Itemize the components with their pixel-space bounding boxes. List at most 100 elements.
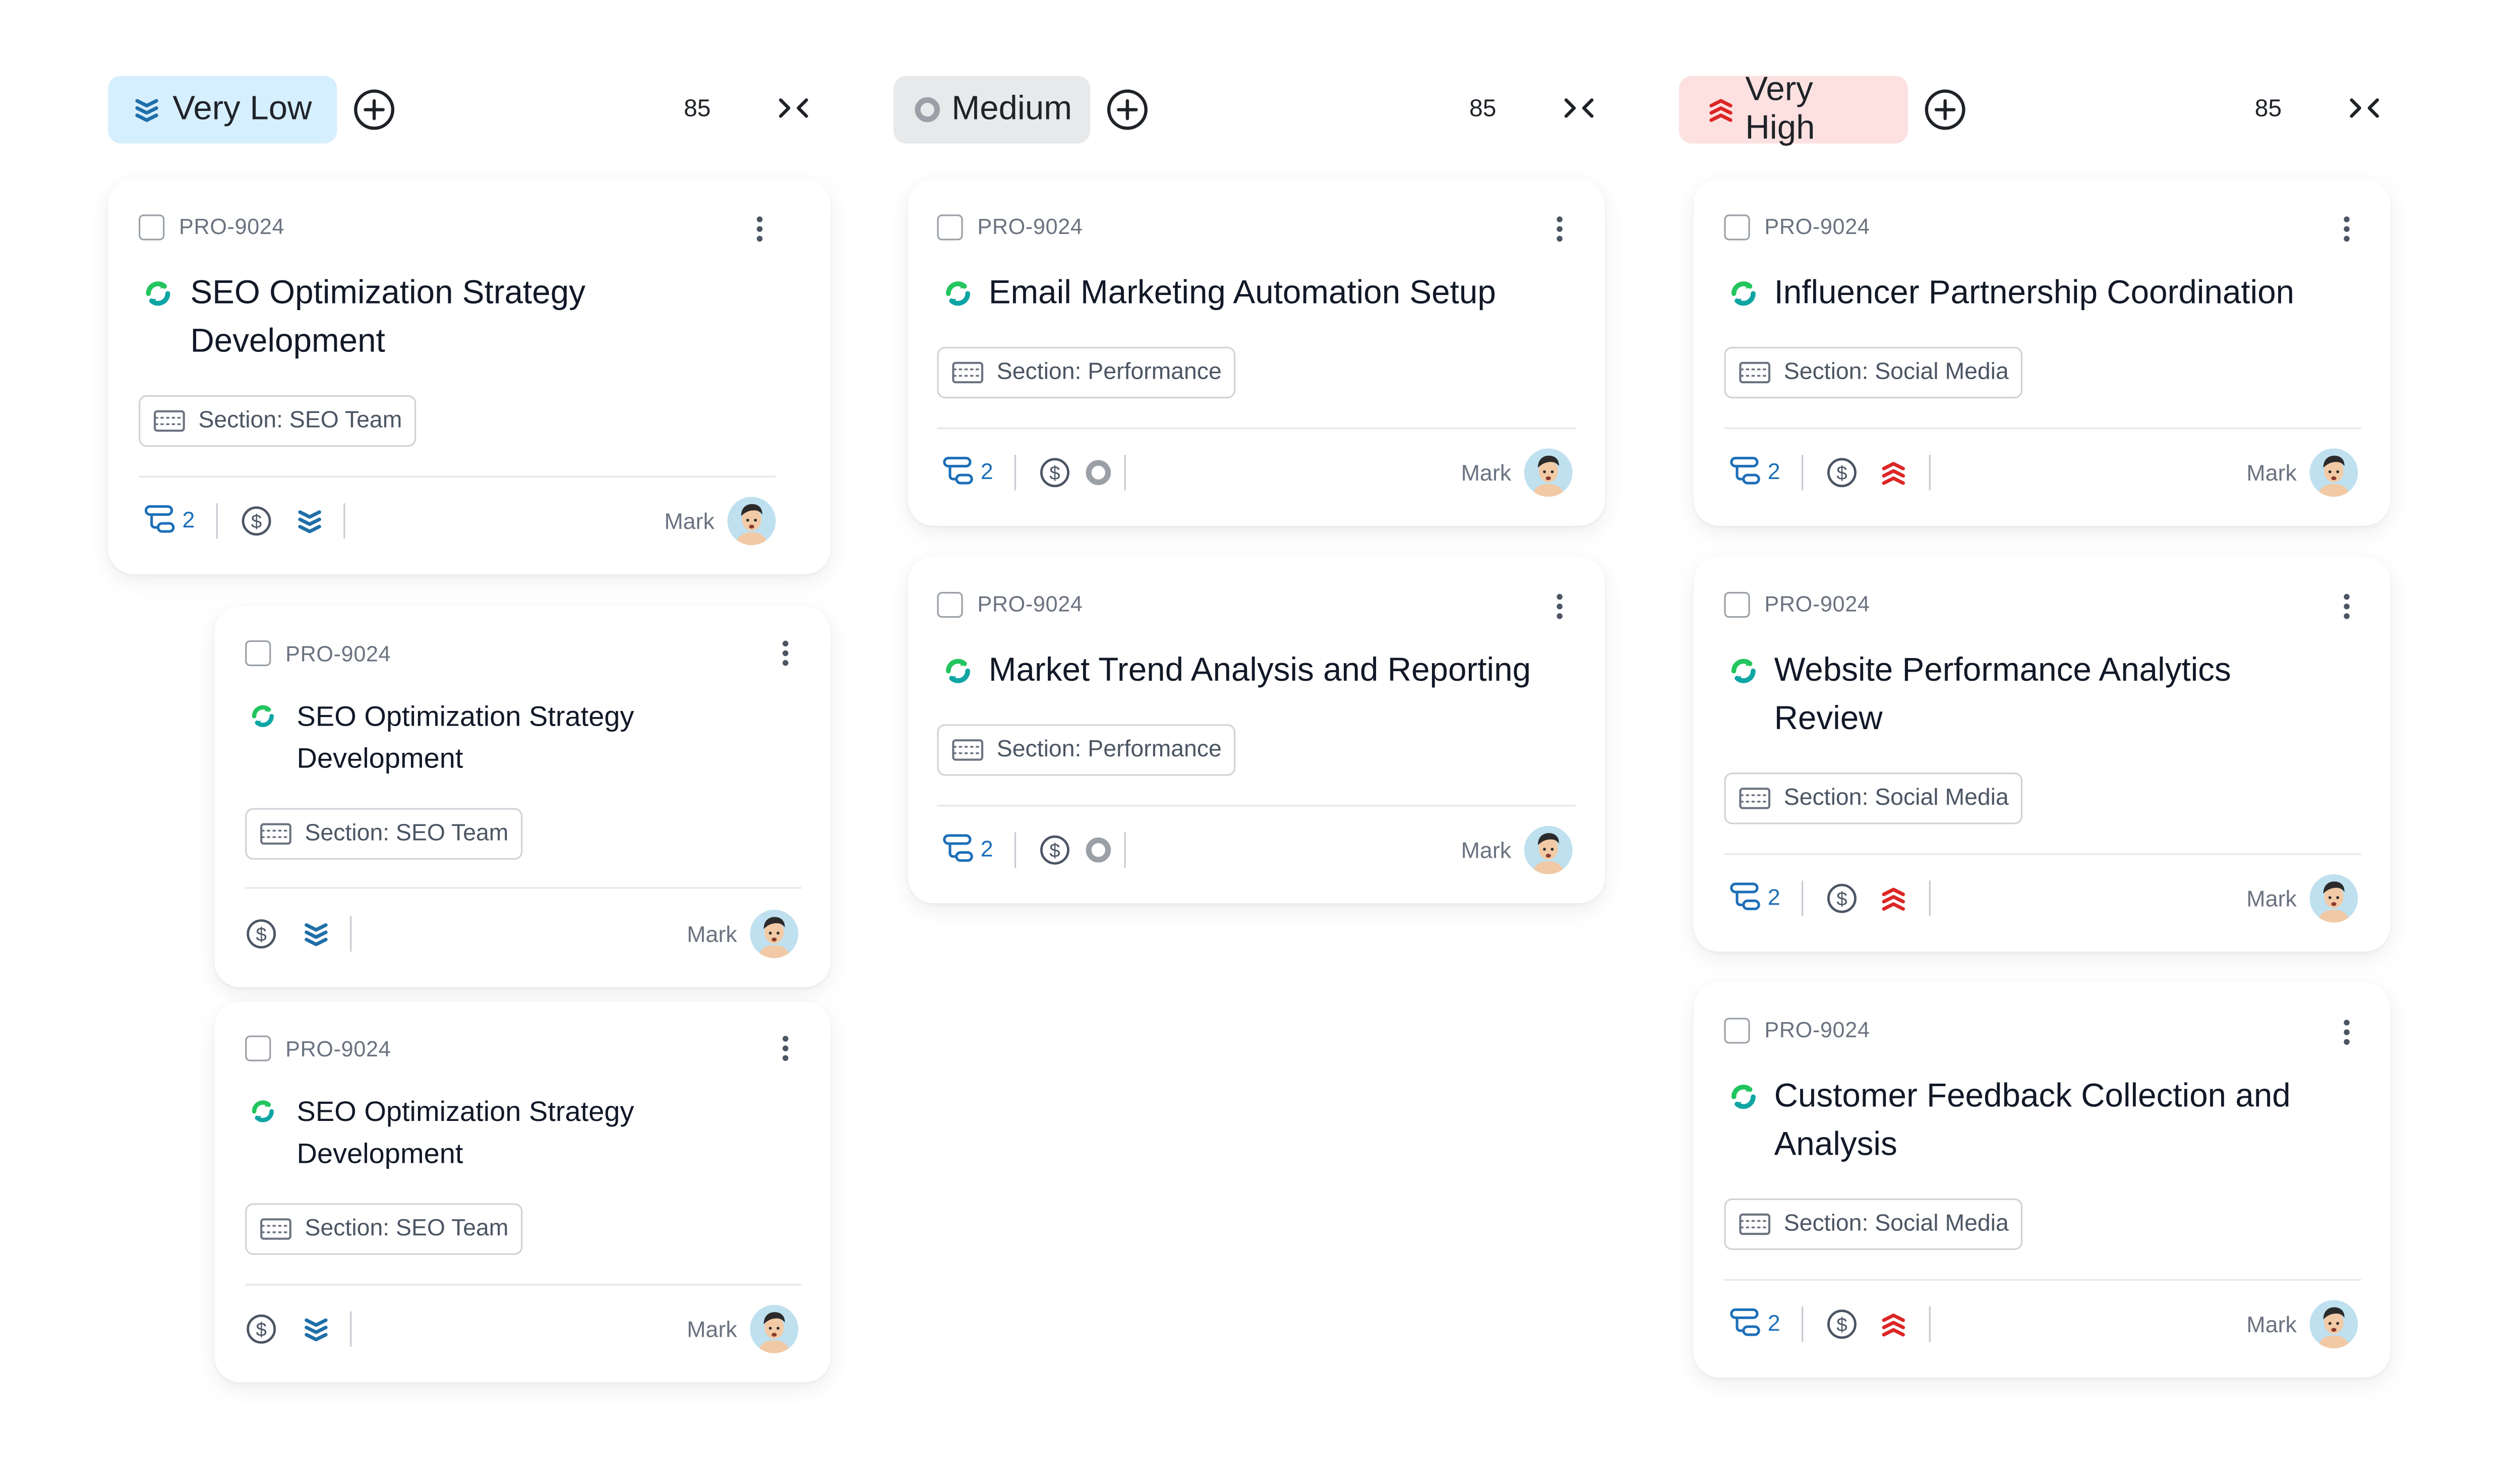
collapse-column-icon[interactable] [776,90,811,126]
more-options-icon[interactable] [2342,214,2352,244]
collapse-column-icon[interactable] [2347,90,2382,126]
more-options-icon[interactable] [2342,1018,2352,1047]
card-divider [245,1284,802,1286]
task-card[interactable]: PRO-9024 Email Marketing Automation Setu… [908,179,1605,526]
add-task-icon[interactable] [353,89,395,131]
dollar-icon[interactable] [245,1313,277,1345]
card-divider [937,427,1576,429]
more-options-icon[interactable] [781,639,790,668]
task-checkbox[interactable] [937,214,963,241]
task-title[interactable]: Market Trend Analysis and Reporting [989,647,1589,695]
task-title[interactable]: Influencer Partnership Coordination [1774,269,2374,318]
avatar[interactable] [2310,874,2358,923]
divider [343,503,345,539]
avatar[interactable] [1524,448,1573,497]
avatar[interactable] [2310,1300,2358,1348]
chevrons-down-icon[interactable] [302,919,331,948]
subtasks-indicator[interactable]: 2 [1729,880,1780,913]
section-icon [951,362,984,384]
task-title[interactable]: SEO Optimization Strategy Development [297,695,799,779]
collapse-column-icon[interactable] [1561,90,1596,126]
subtasks-indicator[interactable]: 2 [1729,455,1780,487]
task-title-line: SEO Optimization Strategy [190,274,586,312]
priority-pill-very-low[interactable]: Very Low [108,76,337,144]
task-title[interactable]: SEO Optimization Strategy Development [297,1090,799,1174]
subtasks-indicator[interactable]: 2 [1729,1307,1780,1339]
section-tag[interactable]: Section: SEO Team [245,1203,523,1255]
more-options-icon[interactable] [755,214,764,244]
section-tag[interactable]: Section: Social Media [1724,773,2023,824]
task-title[interactable]: SEO Optimization Strategy Development [190,269,798,366]
task-checkbox[interactable] [1724,214,1750,241]
section-tag[interactable]: Section: Social Media [1724,1198,2023,1250]
chevrons-up-icon[interactable] [1879,458,1908,487]
task-title-line: Email Marketing Automation Setup [988,274,1496,312]
task-id: PRO-9024 [179,214,285,239]
task-title-line: SEO Optimization Strategy [296,700,634,733]
task-checkbox[interactable] [1724,591,1750,618]
card-footer: Mark [245,910,798,958]
task-card[interactable]: PRO-9024 SEO Optimization Strategy Devel… [214,606,831,987]
task-card[interactable]: PRO-9024 SEO Optimization Strategy Devel… [214,1001,831,1383]
dollar-icon[interactable] [241,505,273,537]
add-task-icon[interactable] [1106,89,1148,131]
circle-dot-icon[interactable] [1084,836,1113,865]
subtask-icon [1729,455,1761,487]
subtasks-indicator[interactable]: 2 [942,455,993,487]
more-options-icon[interactable] [1555,592,1565,621]
dollar-icon[interactable] [245,918,277,950]
dollar-icon[interactable] [1039,456,1071,489]
priority-pill-very-high[interactable]: Very High [1679,71,1908,147]
section-tag[interactable]: Section: SEO Team [139,395,417,447]
more-options-icon[interactable] [1555,214,1565,244]
task-title-line: Analysis [1774,1125,1897,1163]
task-card[interactable]: PRO-9024 Market Trend Analysis and Repor… [908,556,1605,904]
dollar-icon[interactable] [1826,1308,1858,1340]
dollar-icon[interactable] [1826,456,1858,489]
dollar-icon[interactable] [1039,834,1071,866]
task-checkbox[interactable] [139,214,165,241]
assignee-name: Mark [2246,1311,2297,1337]
task-card[interactable]: PRO-9024 Influencer Partnership Coordina… [1693,179,2391,526]
card-divider [1724,1279,2361,1281]
task-checkbox[interactable] [245,1035,271,1061]
section-tag[interactable]: Section: Social Media [1724,346,2023,399]
more-options-icon[interactable] [781,1034,790,1063]
avatar[interactable] [728,497,776,545]
chevrons-up-icon[interactable] [1879,884,1908,913]
subtasks-indicator[interactable]: 2 [942,833,993,865]
task-title[interactable]: Customer Feedback Collection and Analysi… [1774,1073,2374,1169]
task-title[interactable]: Email Marketing Automation Setup [989,269,1573,318]
card-footer: 2 Mark [1724,448,2358,497]
task-checkbox[interactable] [1724,1018,1750,1044]
avatar[interactable] [750,910,798,958]
avatar[interactable] [2310,448,2358,497]
card-footer: 2 Mark [937,448,1572,497]
dollar-icon[interactable] [1826,882,1858,915]
chevrons-down-icon[interactable] [295,506,324,536]
avatar[interactable] [750,1305,798,1353]
circle-dot-icon[interactable] [1084,458,1113,487]
task-title[interactable]: Website Performance Analytics Review [1774,647,2358,744]
assignee-name: Mark [664,508,715,534]
card-footer: 2 Mark [937,826,1572,874]
more-options-icon[interactable] [2342,592,2352,621]
add-task-icon[interactable] [1924,89,1966,131]
divider [350,916,352,952]
priority-pill-medium[interactable]: Medium [893,76,1091,144]
section-tag[interactable]: Section: SEO Team [245,808,523,860]
subtasks-indicator[interactable]: 2 [144,503,195,536]
section-icon [951,739,984,761]
subtask-count: 2 [980,835,993,862]
task-card[interactable]: PRO-9024 Website Performance Analytics R… [1693,556,2391,952]
chevrons-down-icon[interactable] [302,1315,331,1344]
task-card[interactable]: PRO-9024 Customer Feedback Collection an… [1693,982,2391,1378]
task-checkbox[interactable] [937,591,963,618]
assignee-name: Mark [2246,459,2297,486]
section-tag[interactable]: Section: Performance [937,346,1236,399]
task-card[interactable]: PRO-9024 SEO Optimization Strategy Devel… [108,179,831,574]
section-tag[interactable]: Section: Performance [937,724,1236,776]
task-checkbox[interactable] [245,640,271,667]
chevrons-up-icon[interactable] [1879,1310,1908,1339]
avatar[interactable] [1524,826,1573,874]
